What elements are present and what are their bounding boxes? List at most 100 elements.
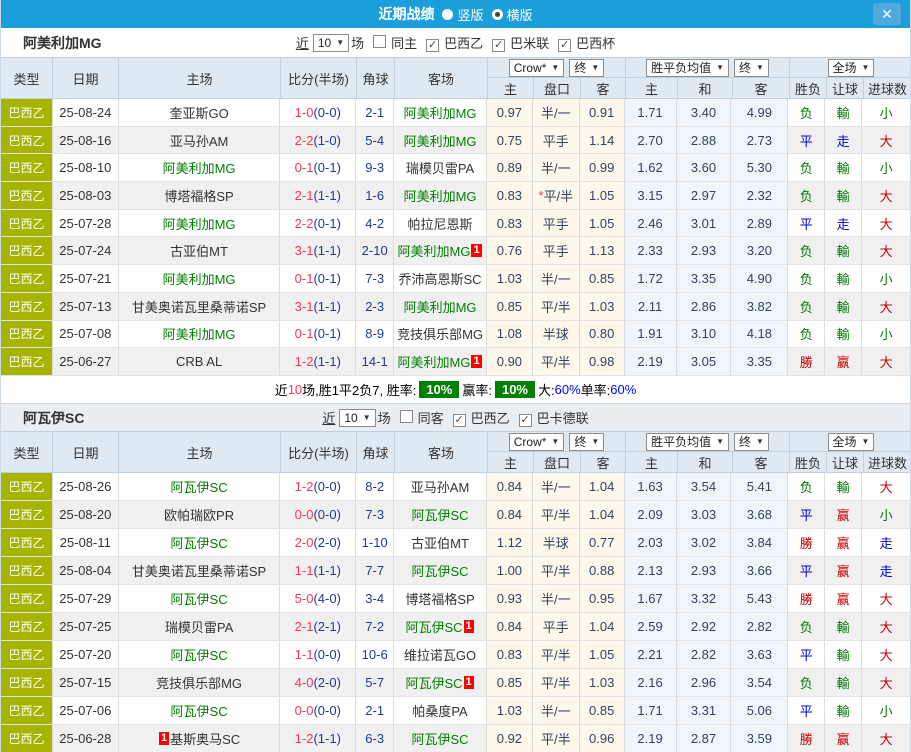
result-cell: 平 [788,501,825,528]
avg-draw-cell: 3.40 [677,99,732,126]
avg-odds-group: 胜平负均值▼ 终▼ [626,432,790,451]
horizontal-layout-radio[interactable] [492,9,503,20]
handicap-cell: 平/半 [533,501,580,528]
avg-draw-cell: 3.01 [677,210,732,237]
match-rows: 巴西乙25-08-24奎亚斯GO1-0(0-0)2-1阿美利加MG0.97半/一… [1,99,910,376]
handicap-cell: 平手 [533,613,580,640]
match-date-cell: 25-06-27 [53,348,119,375]
league-checkbox[interactable] [519,414,532,427]
halftime-score: (0-0) [313,703,340,718]
handicap-cell: 平/半 [533,725,580,752]
match-date-cell: 25-07-28 [53,210,119,237]
table-row: 巴西乙25-07-20阿瓦伊SC1-1(0-0)10-6维拉诺瓦GO0.83平/… [1,641,910,669]
avg-odds-select[interactable]: 胜平负均值▼ [646,59,729,77]
chevron-down-icon: ▼ [591,437,599,446]
match-date-cell: 25-07-21 [53,265,119,292]
games-count-select[interactable]: 10 ▼ [339,409,375,427]
avg-odds-select[interactable]: 胜平负均值▼ [646,433,729,451]
avg-stage-select[interactable]: 终▼ [734,59,769,77]
score-cell: 2-1(2-1) [280,613,356,640]
team-cell: 甘美奥诺瓦里桑蒂诺SP [119,557,281,584]
team-name: 阿美利加MG [404,186,477,205]
horizontal-layout-label[interactable]: 横版 [507,5,533,24]
league-label: 巴西乙 [444,36,483,51]
score-cell: 1-1(1-1) [280,557,356,584]
odds-stage-select[interactable]: 终▼ [569,59,604,77]
handicap-cell: 半/一 [533,154,580,181]
halftime-score: (0-1) [313,326,340,341]
halftime-score: (1-1) [313,299,340,314]
league-checkbox[interactable] [453,414,466,427]
summary-text: 近 [275,380,288,399]
avg-home-cell: 1.63 [625,473,677,500]
avg-home-cell: 1.91 [625,321,677,348]
games-label: 场 [378,408,391,427]
avg-away-cell: 5.06 [731,697,788,724]
home-odds-cell: 0.97 [487,99,533,126]
handicap-result-cell: 輸 [825,293,862,320]
goals-result-cell: 大 [862,237,910,264]
fulltime-score: 1-2 [295,354,314,369]
team-name: 竞技俱乐部MG [156,673,242,692]
avg-stage-value: 终 [739,433,751,450]
vertical-layout-radio[interactable] [442,9,453,20]
red-card-badge: 1 [471,244,481,257]
league-checkbox[interactable] [426,39,439,52]
odds-stage-select[interactable]: 终▼ [569,433,604,451]
avg-draw-cell: 3.54 [677,473,732,500]
home-odds-cell: 0.93 [487,585,533,612]
fulltime-select[interactable]: 全场▼ [828,433,875,451]
handicap-cell: 平/半 [533,348,580,375]
avg-stage-select[interactable]: 终▼ [734,433,769,451]
league-type-cell: 巴西乙 [1,237,53,264]
odds-provider-select[interactable]: Crow*▼ [509,59,565,77]
fulltime-score: 4-0 [295,675,314,690]
handicap-cell: 半球 [533,529,580,556]
corner-cell: 8-2 [356,473,394,500]
goals-result-cell: 大 [862,725,910,752]
handicap-result-cell: 赢 [825,585,862,612]
close-button[interactable]: ✕ [873,3,901,25]
vertical-layout-label[interactable]: 竖版 [457,5,483,24]
result-cell: 勝 [788,585,825,612]
fulltime-value: 全场 [833,433,857,450]
table-row: 巴西乙25-08-04甘美奥诺瓦里桑蒂诺SP1-1(1-1)7-7阿瓦伊SC1.… [1,557,910,585]
match-date-cell: 25-08-10 [53,154,119,181]
games-count-select[interactable]: 10 ▼ [313,34,349,52]
avg-draw-cell: 2.96 [677,669,732,696]
same-venue-checkbox[interactable] [400,410,413,423]
subcol-goals-result: 进球数 [864,78,911,98]
result-cell: 负 [788,321,825,348]
fulltime-score: 0-0 [295,703,314,718]
score-cell: 0-1(0-1) [280,265,356,292]
avg-draw-cell: 2.86 [677,293,732,320]
team-name: 阿瓦伊SC [405,617,462,636]
subcol-avg-away: 客 [733,452,790,472]
score-cell: 1-2(0-0) [280,473,356,500]
score-cell: 4-0(2-0) [280,669,356,696]
match-date-cell: 25-07-20 [53,641,119,668]
chevron-down-icon: ▼ [551,63,559,72]
avg-draw-cell: 3.31 [677,697,732,724]
team-name: 帕拉尼恩斯 [408,214,473,233]
goals-result-cell: 大 [862,293,910,320]
fulltime-select[interactable]: 全场▼ [828,59,875,77]
league-type-cell: 巴西乙 [1,127,53,154]
fulltime-group: 全场▼ [790,432,911,451]
match-date-cell: 25-08-24 [53,99,119,126]
avg-away-cell: 4.18 [731,321,788,348]
games-count-value: 10 [344,411,357,425]
halftime-score: (1-1) [313,731,340,746]
result-cell: 负 [788,669,825,696]
red-card-badge: 1 [471,355,481,368]
same-venue-checkbox[interactable] [373,35,386,48]
odds-provider-select[interactable]: Crow*▼ [509,433,565,451]
away-odds-cell: 0.85 [580,697,625,724]
league-checkbox[interactable] [558,39,571,52]
rate-badge: 10% [419,381,459,398]
match-date-cell: 25-08-26 [53,473,119,500]
match-date-cell: 25-08-16 [53,127,119,154]
league-checkbox[interactable] [492,39,505,52]
corner-cell: 5-7 [356,669,394,696]
avg-odds-value: 胜平负均值 [651,59,711,76]
